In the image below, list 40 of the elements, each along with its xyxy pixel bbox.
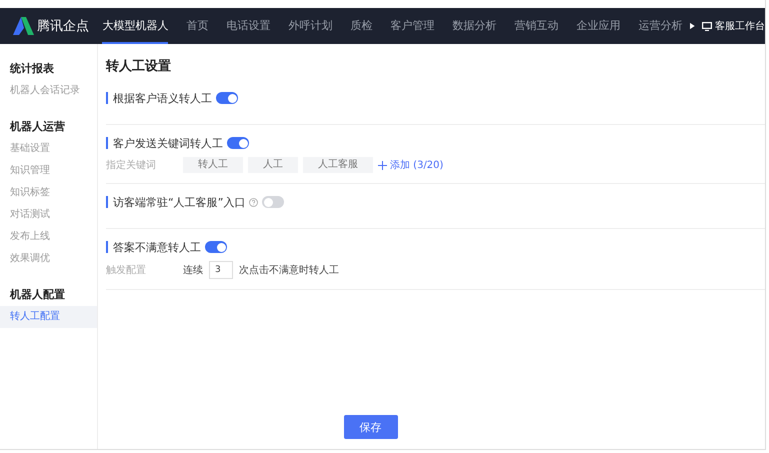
nav-tab[interactable]: 电话设置 — [226, 8, 270, 44]
keyword-tag: 人工客服 — [303, 157, 373, 173]
section-title: 访客端常驻“人工客服”入口 — [113, 194, 246, 210]
help-icon[interactable] — [249, 198, 258, 206]
field-label: 触发配置 — [106, 264, 147, 277]
toggle-switch[interactable] — [216, 92, 238, 104]
nav-tab[interactable]: 企业应用 — [576, 8, 620, 44]
nav-tab[interactable]: 首页 — [186, 8, 208, 44]
caret-icon[interactable] — [690, 22, 695, 30]
toggle-switch[interactable] — [227, 137, 249, 149]
sidebar-heading: 机器人运营 — [8, 119, 66, 135]
count-input[interactable]: 3 — [209, 261, 233, 279]
page-title: 转人工设置 — [106, 58, 172, 76]
workbench-link[interactable]: 客服工作台 — [702, 19, 765, 33]
suffix-text: 次点击不满意时转人工 — [239, 264, 339, 277]
plus-icon — [378, 160, 387, 170]
nav-tab[interactable]: 营销互动 — [514, 8, 558, 44]
section-title: 客户发送关键词转人工 — [113, 136, 223, 150]
nav-tab[interactable]: 大模型机器人 — [102, 8, 168, 44]
nav-tab[interactable]: 客户管理 — [390, 8, 434, 44]
sidebar-heading: 统计报表 — [8, 61, 55, 77]
keyword-tag: 人工 — [248, 157, 298, 173]
prefix-text: 连续 — [183, 264, 203, 277]
toggle-switch[interactable] — [205, 241, 227, 253]
save-button[interactable]: 保存 — [344, 415, 398, 439]
nav-tab[interactable]: 外呼计划 — [288, 8, 332, 44]
logo-icon — [12, 17, 34, 35]
section-title: 根据客户语义转人工 — [113, 90, 212, 106]
sidebar-item[interactable]: 转人工配置 — [0, 306, 97, 328]
brand-name: 腾讯企点 — [37, 18, 89, 35]
nav-tab[interactable]: 运营分析 — [638, 8, 682, 44]
field-label: 指定关键词 — [106, 158, 157, 172]
toggle-switch[interactable] — [262, 196, 284, 208]
sidebar-heading: 机器人配置 — [8, 287, 66, 303]
nav-tab[interactable]: 质检 — [350, 8, 372, 44]
keyword-tag: 转人工 — [183, 157, 243, 173]
add-link[interactable]: 添加 (3/20) — [378, 158, 444, 172]
section-title: 答案不满意转人工 — [113, 240, 201, 254]
monitor-icon — [702, 22, 712, 30]
nav-tab[interactable]: 数据分析 — [452, 8, 496, 44]
